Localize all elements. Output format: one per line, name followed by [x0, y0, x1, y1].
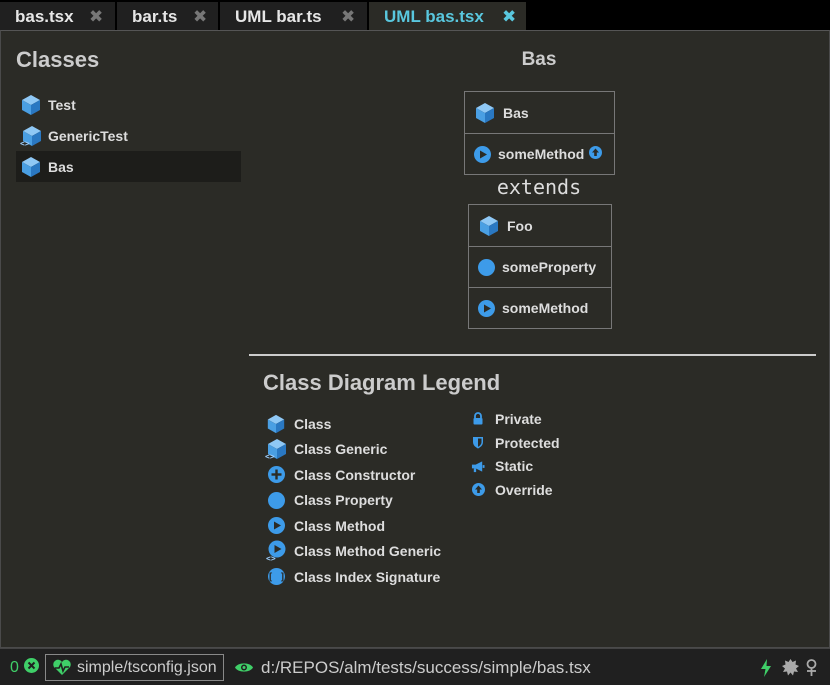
class-icon [474, 102, 496, 124]
svg-text:[ ]: [ ] [268, 572, 285, 583]
legend-label: Class Method [294, 517, 386, 534]
tab-label: UML bar.ts [235, 7, 322, 26]
class-item-bas[interactable]: Bas [16, 151, 241, 182]
status-bar: 0 simple/tsconfig.json d:/REPOS/alm/test… [0, 648, 830, 685]
classes-title: Classes [16, 47, 100, 72]
legend-item: Class Property [265, 488, 441, 514]
member-row[interactable]: someMethod [469, 287, 611, 328]
member-row[interactable]: someProperty [469, 246, 611, 287]
close-icon[interactable]: ✖ [502, 7, 516, 27]
class-icon [20, 94, 42, 116]
legend-item: Class Constructor [265, 462, 441, 488]
class-icon [265, 414, 287, 434]
legend-item: Private [471, 407, 560, 431]
index-signature-icon: [ ] [265, 568, 287, 586]
class-box-foo: Foo someProperty someMethod [468, 204, 612, 329]
method-icon [265, 517, 287, 535]
legend-title: Class Diagram Legend [263, 370, 501, 395]
tsconfig-path: simple/tsconfig.json [77, 658, 217, 676]
legend-item: Class [265, 411, 441, 437]
bug-icon[interactable] [782, 649, 799, 685]
class-item-label: GenericTest [48, 127, 128, 144]
error-count-value: 0 [10, 658, 19, 676]
legend-label: Class Generic [294, 441, 388, 458]
close-icon[interactable]: ✖ [193, 7, 207, 27]
legend-item: Static [471, 454, 560, 478]
legend-label: Class Constructor [294, 466, 416, 483]
override-icon [589, 146, 603, 162]
class-item-test[interactable]: Test [16, 89, 241, 120]
legend-item: [ ] Class Index Signature [265, 564, 441, 590]
member-row[interactable]: someMethod [465, 133, 614, 174]
class-item-generictest[interactable]: <> GenericTest [16, 120, 241, 151]
legend-item: Class Method [265, 513, 441, 539]
legend-label: Class Method Generic [294, 543, 442, 560]
shield-icon [471, 436, 485, 449]
eye-icon[interactable] [234, 649, 254, 685]
svg-text:<>: <> [20, 139, 30, 147]
legend-label: Override [495, 481, 553, 498]
svg-text:<>: <> [266, 554, 276, 562]
heartbeat-icon [52, 659, 72, 676]
lock-icon [471, 412, 485, 425]
legend-label: Class Index Signature [294, 568, 441, 585]
tree-icon[interactable] [805, 649, 818, 685]
tab-uml-bas-tsx[interactable]: UML bas.tsx ✖ [369, 2, 526, 30]
tab-label: bas.tsx [15, 7, 74, 26]
class-icon [478, 215, 500, 237]
legend-right: Private Protected Static Override [471, 407, 560, 502]
property-icon [478, 258, 495, 276]
legend-item: Override [471, 478, 560, 502]
svg-text:<>: <> [265, 452, 275, 460]
class-box-bas: Bas someMethod [464, 91, 615, 175]
arrow-up-circle-icon [471, 483, 485, 497]
class-icon [20, 156, 42, 178]
close-icon[interactable]: ✖ [89, 7, 103, 27]
legend-label: Static [495, 458, 534, 475]
extends-label: extends [496, 175, 582, 199]
bullhorn-icon [471, 460, 485, 473]
constructor-icon [265, 466, 287, 484]
class-name: Bas [503, 104, 529, 121]
method-generic-icon: <> [265, 540, 287, 562]
member-label: someProperty [502, 259, 597, 275]
method-icon [478, 299, 495, 317]
class-generic-icon: <> [265, 438, 287, 460]
property-icon [265, 491, 287, 509]
close-circle-icon [23, 657, 39, 678]
class-item-label: Bas [48, 158, 74, 175]
error-count[interactable]: 0 [10, 649, 39, 685]
class-item-label: Test [48, 96, 76, 113]
diagram-title: Bas [521, 49, 557, 70]
member-label: someMethod [502, 300, 589, 316]
tab-label: bar.ts [132, 7, 178, 26]
legend-label: Private [495, 410, 542, 427]
legend-label: Class [294, 415, 332, 432]
class-name: Foo [507, 217, 533, 234]
legend-item: <> Class Method Generic [265, 539, 441, 565]
divider [249, 354, 816, 356]
legend-item: <> Class Generic [265, 437, 441, 463]
class-generic-icon: <> [20, 125, 42, 148]
legend-left: Class <> Class Generic Class Constructor… [265, 411, 441, 590]
member-label: someMethod [498, 146, 585, 162]
tab-bar: bas.tsx ✖ bar.ts ✖ UML bar.ts ✖ UML bas.… [0, 0, 830, 30]
file-path[interactable]: d:/REPOS/alm/tests/success/simple/bas.ts… [261, 649, 591, 685]
class-list: Test <> GenericTest Bas [16, 89, 241, 182]
tab-bas-tsx[interactable]: bas.tsx ✖ [0, 2, 115, 30]
bolt-icon[interactable] [760, 649, 772, 685]
method-icon [474, 145, 491, 163]
legend-item: Protected [471, 431, 560, 455]
tab-label: UML bas.tsx [384, 7, 484, 26]
class-box-header[interactable]: Bas [465, 92, 614, 133]
tab-bar-ts[interactable]: bar.ts ✖ [117, 2, 218, 30]
uml-view: Classes Test <> GenericTest Bas Bas Bas … [0, 30, 830, 648]
class-box-header[interactable]: Foo [469, 205, 611, 246]
tab-uml-bar-ts[interactable]: UML bar.ts ✖ [220, 2, 367, 30]
tsconfig-button[interactable]: simple/tsconfig.json [45, 654, 224, 681]
legend-label: Class Property [294, 492, 393, 509]
legend-label: Protected [495, 434, 560, 451]
close-icon[interactable]: ✖ [341, 7, 355, 27]
